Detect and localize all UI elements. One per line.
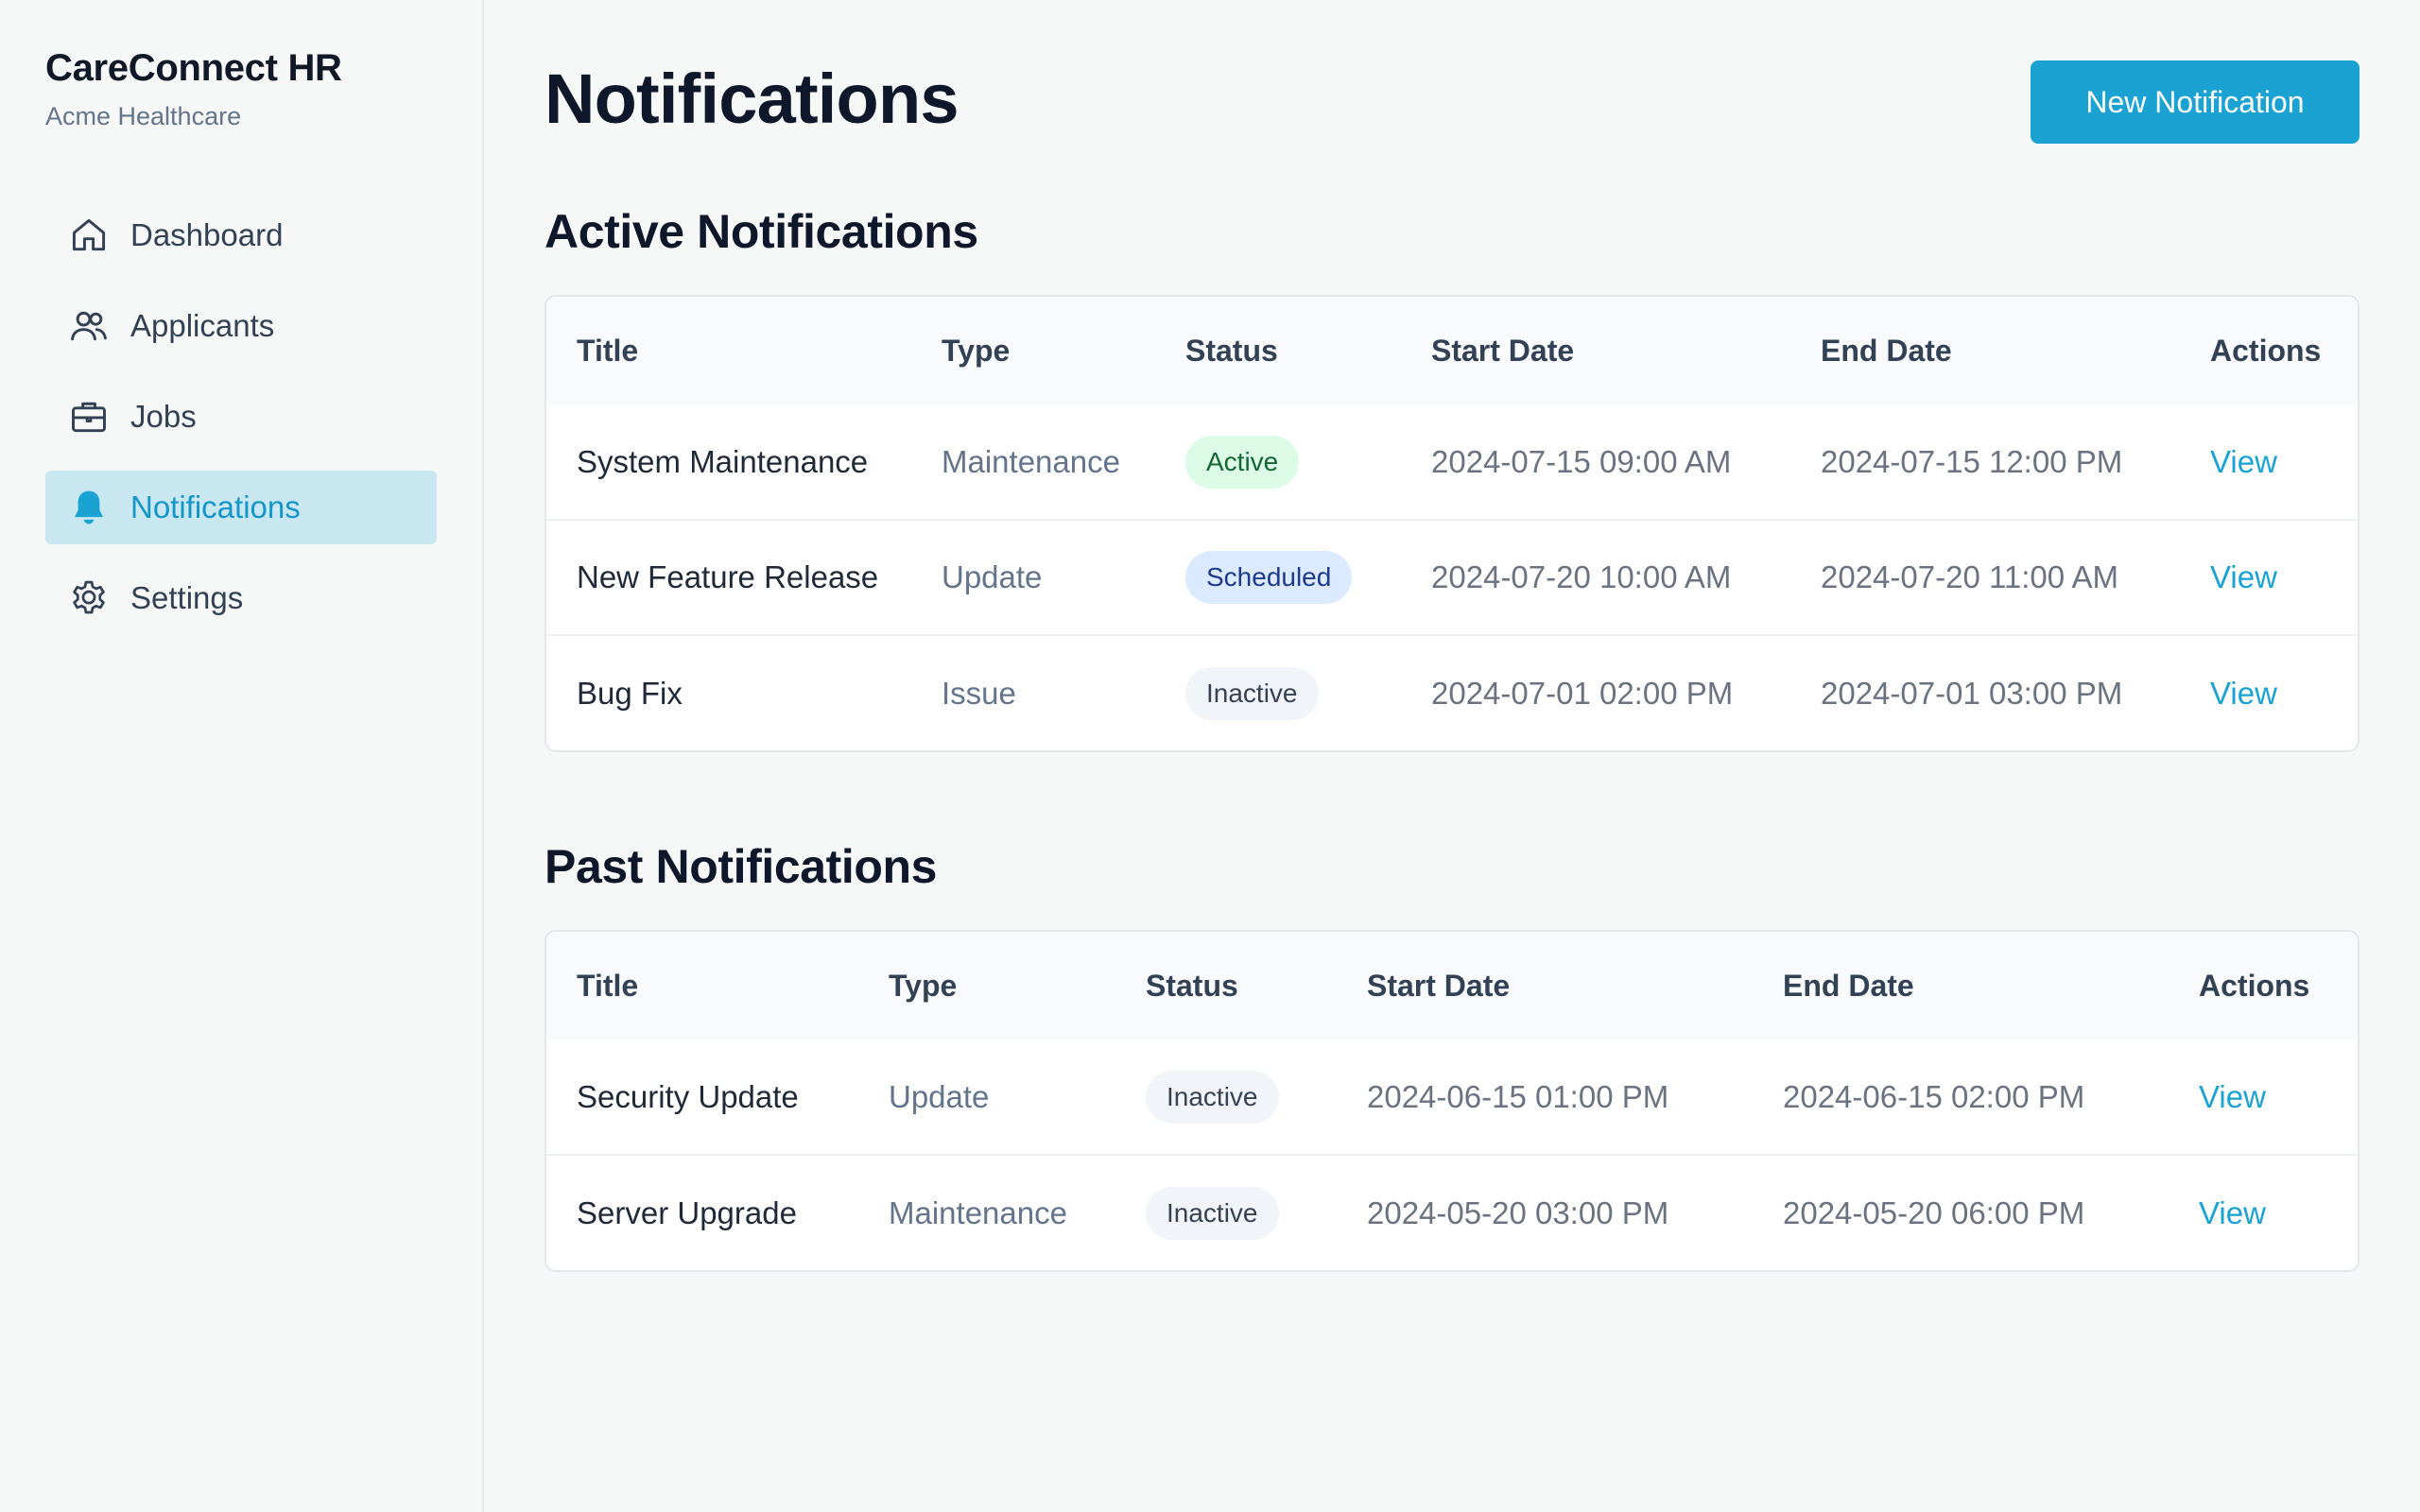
active-notifications-heading: Active Notifications	[544, 205, 978, 258]
sidebar-item-jobs[interactable]: Jobs	[45, 380, 437, 454]
sidebar-item-label: Settings	[130, 580, 244, 615]
status-badge: Inactive	[1146, 1070, 1279, 1124]
sidebar-item-settings[interactable]: Settings	[45, 561, 437, 635]
sidebar-item-label: Notifications	[130, 490, 301, 524]
cell-start-date: 2024-07-20 10:00 AM	[1431, 559, 1732, 594]
cell-title: System Maintenance	[577, 443, 869, 479]
column-header-status: Status	[1185, 333, 1278, 368]
view-link[interactable]: View	[2199, 1195, 2266, 1230]
cell-title: Server Upgrade	[577, 1194, 797, 1230]
cell-status: Inactive	[1155, 635, 1401, 750]
column-header-title: Title	[577, 968, 639, 1003]
column-header-actions: Actions	[2210, 333, 2322, 368]
bell-icon	[68, 487, 110, 528]
cell-type: Issue	[942, 675, 1016, 711]
view-link[interactable]: View	[2210, 444, 2277, 479]
app-title: CareConnect HR	[45, 47, 342, 89]
past-notifications-heading: Past Notifications	[544, 840, 938, 893]
status-badge: Inactive	[1185, 666, 1319, 720]
cell-actions: View	[2169, 1155, 2358, 1270]
app-root: CareConnect HR Acme Healthcare Dashboard	[0, 0, 2420, 1512]
view-link[interactable]: View	[2210, 676, 2277, 711]
cell-type: Maintenance	[942, 443, 1120, 479]
cell-end-date: 2024-07-20 11:00 AM	[1821, 559, 2118, 594]
cell-start-date: 2024-07-15 09:00 AM	[1431, 443, 1732, 479]
sidebar-item-label: Applicants	[130, 308, 275, 343]
sidebar-item-label: Jobs	[130, 399, 197, 434]
cell-type: Maintenance	[889, 1194, 1067, 1230]
cell-end-date: 2024-05-20 06:00 PM	[1783, 1194, 2085, 1230]
table-header-row: Title Type Status Start Date End Date Ac…	[546, 932, 2358, 1040]
column-header-title: Title	[577, 333, 639, 368]
cell-actions: View	[2180, 404, 2358, 520]
table-row: Security Update Update Inactive 2024-06-…	[546, 1040, 2358, 1155]
column-header-end-date: End Date	[1821, 333, 1952, 368]
table-row: System Maintenance Maintenance Active 20…	[546, 404, 2358, 520]
cell-end-date: 2024-07-15 12:00 PM	[1821, 443, 2123, 479]
home-icon	[68, 215, 110, 256]
organization-name: Acme Healthcare	[45, 102, 242, 130]
gear-icon	[68, 577, 110, 619]
table-row: New Feature Release Update Scheduled 202…	[546, 520, 2358, 635]
sidebar-item-notifications[interactable]: Notifications	[45, 471, 437, 544]
cell-start-date: 2024-07-01 02:00 PM	[1431, 675, 1734, 711]
past-notifications-table: Title Type Status Start Date End Date Ac…	[544, 930, 2360, 1272]
cell-title: New Feature Release	[577, 559, 879, 594]
cell-end-date: 2024-07-01 03:00 PM	[1821, 675, 2123, 711]
sidebar-item-dashboard[interactable]: Dashboard	[45, 198, 437, 272]
users-icon	[68, 305, 110, 347]
briefcase-icon	[68, 396, 110, 438]
sidebar-item-applicants[interactable]: Applicants	[45, 289, 437, 363]
cell-title: Security Update	[577, 1078, 799, 1114]
status-badge: Scheduled	[1185, 551, 1353, 604]
main-content: Notifications New Notification Active No…	[544, 0, 2360, 1512]
cell-actions: View	[2180, 520, 2358, 635]
cell-type: Update	[889, 1078, 990, 1114]
active-notifications-table: Title Type Status Start Date End Date Ac…	[544, 295, 2360, 752]
cell-status: Scheduled	[1155, 520, 1401, 635]
sidebar-item-label: Dashboard	[130, 217, 284, 252]
status-badge: Inactive	[1146, 1186, 1279, 1240]
status-badge: Active	[1185, 435, 1300, 489]
column-header-actions: Actions	[2199, 968, 2310, 1003]
column-header-type: Type	[942, 333, 1011, 368]
cell-actions: View	[2180, 635, 2358, 750]
sidebar-nav: Dashboard Applicants Jobs Notifications …	[45, 198, 437, 652]
cell-actions: View	[2169, 1040, 2358, 1155]
cell-title: Bug Fix	[577, 675, 683, 711]
column-header-type: Type	[889, 968, 958, 1003]
column-header-end-date: End Date	[1783, 968, 1914, 1003]
view-link[interactable]: View	[2210, 559, 2277, 594]
cell-status: Inactive	[1115, 1155, 1337, 1270]
table-row: Bug Fix Issue Inactive 2024-07-01 02:00 …	[546, 635, 2358, 750]
table-row: Server Upgrade Maintenance Inactive 2024…	[546, 1155, 2358, 1270]
cell-start-date: 2024-06-15 01:00 PM	[1367, 1078, 1669, 1114]
new-notification-button[interactable]: New Notification	[2031, 60, 2360, 144]
page-title: Notifications	[544, 60, 959, 138]
cell-start-date: 2024-05-20 03:00 PM	[1367, 1194, 1669, 1230]
sidebar: CareConnect HR Acme Healthcare Dashboard	[0, 0, 484, 1512]
view-link[interactable]: View	[2199, 1079, 2266, 1114]
cell-status: Active	[1155, 404, 1401, 520]
table-header-row: Title Type Status Start Date End Date Ac…	[546, 297, 2358, 404]
cell-status: Inactive	[1115, 1040, 1337, 1155]
column-header-start-date: Start Date	[1367, 968, 1511, 1003]
cell-type: Update	[942, 559, 1043, 594]
column-header-start-date: Start Date	[1431, 333, 1575, 368]
cell-end-date: 2024-06-15 02:00 PM	[1783, 1078, 2085, 1114]
column-header-status: Status	[1146, 968, 1238, 1003]
